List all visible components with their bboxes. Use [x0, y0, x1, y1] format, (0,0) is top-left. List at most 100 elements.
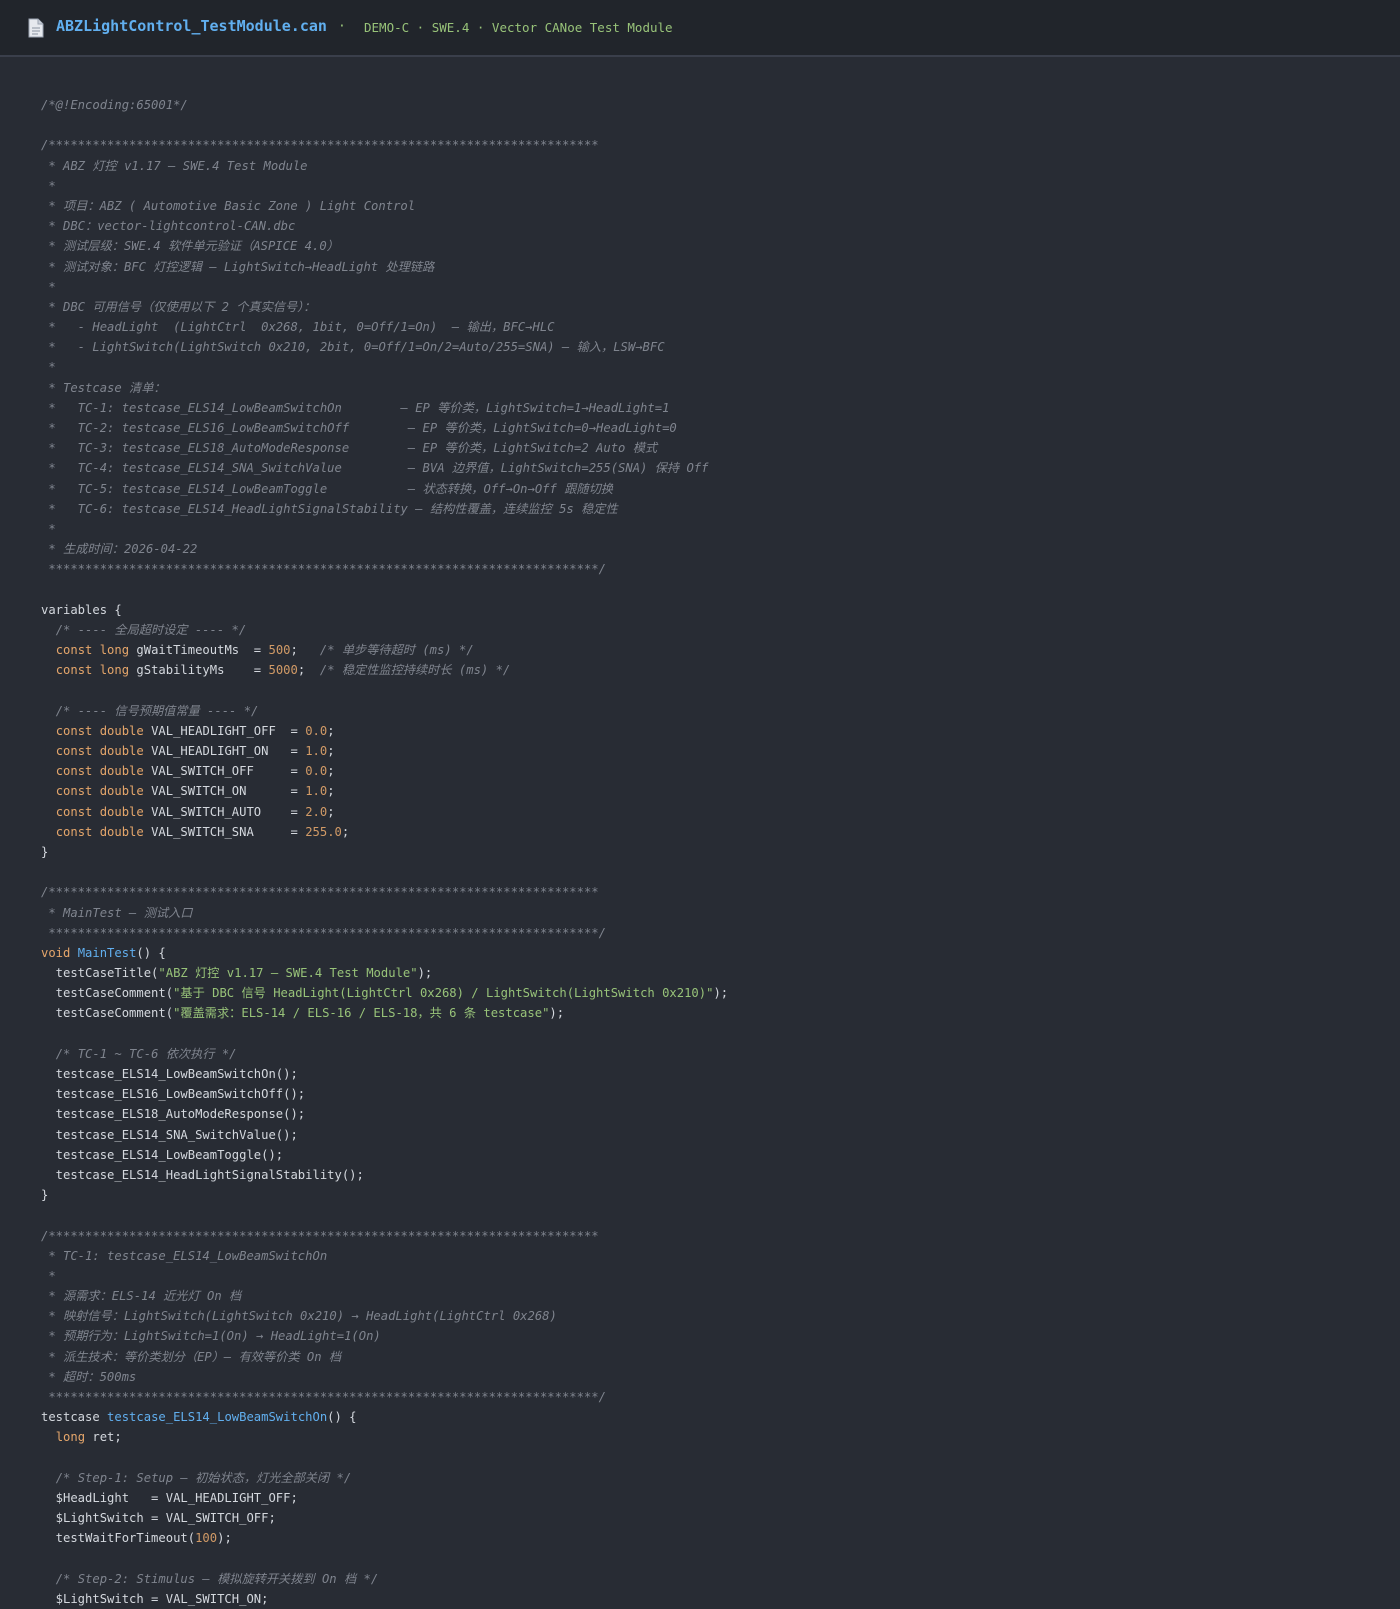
code-token: $LightSwitch = VAL_SWITCH_ON; [41, 1591, 269, 1606]
code-token: const long [55, 643, 130, 658]
code-token: ****************************************… [41, 1390, 606, 1404]
code-token: * 映射信号：LightSwitch(LightSwitch 0x210) → … [41, 1309, 557, 1324]
code-line: * TC-3: testcase_ELS18_AutoModeResponse … [41, 438, 1400, 458]
code-token: ; [327, 744, 335, 758]
code-line: testcase_ELS14_LowBeamToggle(); [41, 1145, 1400, 1165]
editor-title-bar: ABZLightControl_TestModule.can · DEMO-C … [0, 0, 1400, 57]
code-token: /* 稳定性监控持续时长 (ms) */ [319, 663, 511, 678]
code-line: testWaitForTimeout(100); [41, 1528, 1400, 1548]
code-line: * TC-5: testcase_ELS14_LowBeamToggle — 状… [41, 479, 1400, 499]
code-line: testcase_ELS16_LowBeamSwitchOff(); [41, 1084, 1400, 1104]
code-line: * [41, 357, 1400, 377]
code-token: * 预期行为：LightSwitch=1(On) → HeadLight=1(O… [41, 1329, 381, 1344]
file-name-tab[interactable]: ABZLightControl_TestModule.can [56, 17, 327, 35]
code-line: ****************************************… [41, 923, 1400, 943]
code-line: variables { [41, 600, 1400, 620]
code-token: * - LightSwitch(LightSwitch 0x210, 2bit,… [41, 340, 665, 355]
code-token: VAL_HEADLIGHT_OFF = [143, 723, 306, 738]
code-token: testcase_ELS18_AutoModeResponse(); [41, 1107, 306, 1122]
code-line: testcase_ELS14_HeadLightSignalStability(… [41, 1165, 1400, 1185]
code-line: * 测试层级：SWE.4 软件单元验证（ASPICE 4.0） [41, 236, 1400, 256]
code-token: gStabilityMs = [129, 663, 269, 678]
code-token: /* ---- 信号预期值常量 ---- */ [55, 703, 259, 718]
code-token: "ABZ 灯控 v1.17 — SWE.4 Test Module" [158, 966, 418, 981]
code-token: /*@!Encoding:65001*/ [41, 98, 188, 112]
code-token: const double [55, 744, 144, 758]
code-token: 0.0 [305, 723, 328, 738]
code-token: VAL_SWITCH_SNA = [143, 824, 306, 839]
code-token: * 项目：ABZ ( Automotive Basic Zone ) Light… [41, 198, 416, 213]
code-line: /* ---- 信号预期值常量 ---- */ [41, 701, 1400, 721]
title-separator: · [338, 19, 346, 34]
code-token: 1.0 [305, 744, 328, 758]
code-token: ); [549, 1006, 565, 1021]
code-token: ; [327, 723, 335, 738]
code-token: ; [327, 764, 335, 779]
code-token: variables { [41, 602, 122, 617]
code-token: testcase_ELS16_LowBeamSwitchOff(); [41, 1087, 306, 1102]
code-token: testCaseComment( [41, 986, 174, 1001]
code-token: void [41, 945, 71, 960]
code-line: * ABZ 灯控 v1.17 — SWE.4 Test Module [41, 156, 1400, 176]
code-line: * [41, 277, 1400, 297]
code-token: * 超时：500ms [41, 1369, 137, 1384]
code-token: ****************************************… [41, 562, 606, 577]
code-token: ; [297, 663, 320, 678]
code-token: const double [55, 764, 144, 779]
code-token: $LightSwitch = VAL_SWITCH_OFF; [41, 1511, 276, 1526]
code-token: } [41, 844, 49, 859]
code-line: testCaseComment("覆盖需求：ELS-14 / ELS-16 / … [41, 1003, 1400, 1023]
code-line: * 超时：500ms [41, 1367, 1400, 1387]
code-token: testWaitForTimeout( [41, 1531, 196, 1546]
code-token: VAL_SWITCH_AUTO = [143, 804, 306, 819]
code-line: * [41, 1266, 1400, 1286]
code-token: ); [217, 1531, 232, 1546]
code-token: * 测试层级：SWE.4 软件单元验证（ASPICE 4.0） [41, 239, 339, 254]
code-line: } [41, 842, 1400, 862]
code-token: "基于 DBC 信号 HeadLight(LightCtrl 0x268) / … [173, 986, 714, 1001]
code-token: testcase_ELS14_LowBeamToggle(); [41, 1147, 284, 1162]
code-token: 100 [195, 1531, 218, 1546]
code-line: testcase_ELS18_AutoModeResponse(); [41, 1104, 1400, 1124]
code-token: VAL_SWITCH_OFF = [143, 764, 306, 779]
code-line: * [41, 176, 1400, 196]
code-token: } [41, 1188, 49, 1203]
code-token: ); [417, 966, 433, 981]
code-token: testCaseTitle( [41, 966, 159, 981]
code-line: const double VAL_SWITCH_OFF = 0.0; [41, 761, 1400, 781]
code-token: * [41, 279, 56, 294]
code-token: ; [341, 824, 350, 839]
code-token: 5000 [268, 663, 298, 678]
code-token: * [41, 178, 56, 193]
code-line: const double VAL_HEADLIGHT_OFF = 0.0; [41, 721, 1400, 741]
code-line: * 测试对象：BFC 灯控逻辑 — LightSwitch→HeadLight … [41, 257, 1400, 277]
code-token: ; [327, 804, 335, 819]
code-line: * - HeadLight (LightCtrl 0x268, 1bit, 0=… [41, 317, 1400, 337]
code-token: 0.0 [305, 764, 328, 779]
code-token: MainTest [77, 945, 137, 960]
code-token: * [41, 1268, 56, 1283]
code-line: /***************************************… [41, 882, 1400, 902]
code-line: const double VAL_SWITCH_ON = 1.0; [41, 781, 1400, 801]
code-token: /***************************************… [41, 138, 599, 153]
code-token: * 源需求：ELS-14 近光灯 On 档 [41, 1289, 242, 1304]
code-token: testcase [41, 1410, 108, 1425]
code-token: * TC-3: testcase_ELS18_AutoModeResponse … [41, 441, 658, 456]
code-token: * TC-1: testcase_ELS14_LowBeamSwitchOn [41, 1248, 328, 1263]
code-line: * 生成时间：2026-04-22 [41, 539, 1400, 559]
code-editor[interactable]: /*@!Encoding:65001*/ /*******************… [41, 95, 1400, 1609]
code-line: testCaseTitle("ABZ 灯控 v1.17 — SWE.4 Test… [41, 963, 1400, 983]
code-line: ****************************************… [41, 1387, 1400, 1407]
